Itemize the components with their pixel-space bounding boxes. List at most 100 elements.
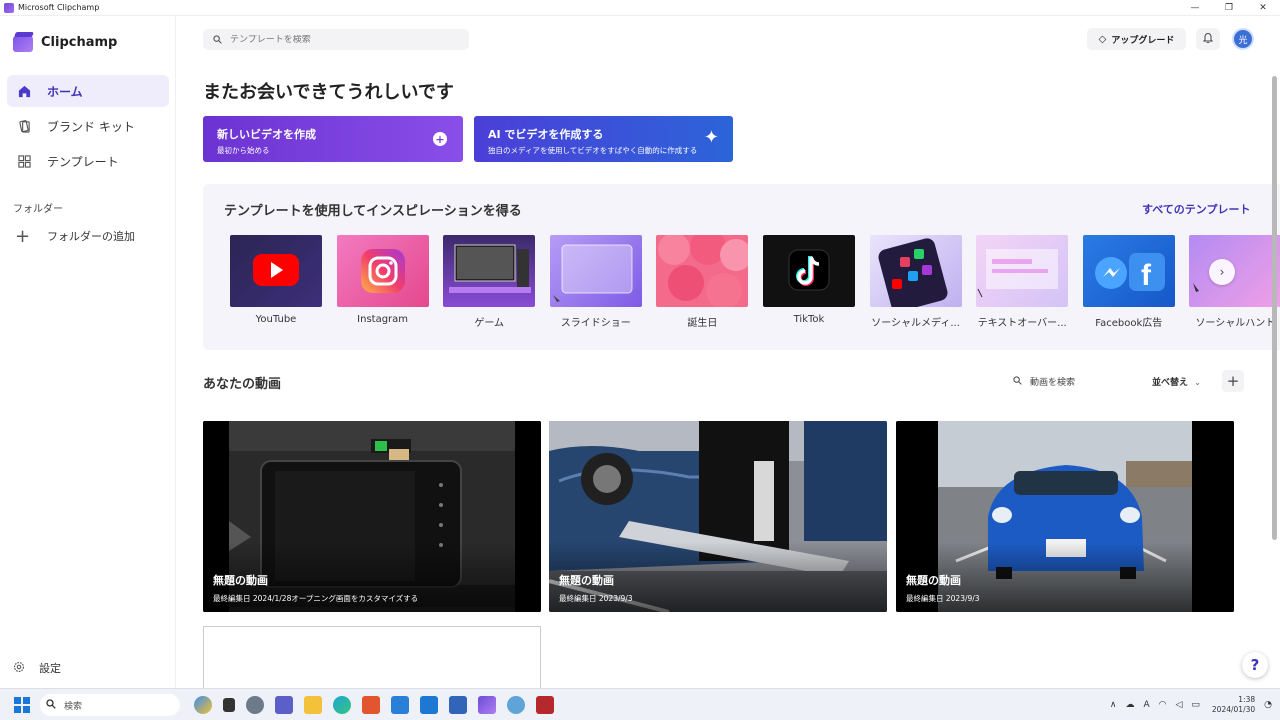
- video-subtitle: 最終編集日 2023/9/3: [906, 594, 980, 603]
- template-card-youtube[interactable]: YouTube: [230, 235, 322, 329]
- template-search-input[interactable]: [230, 34, 450, 45]
- video-card[interactable]: 無題の動画 最終編集日 2023/9/3: [549, 421, 887, 612]
- app-red-icon[interactable]: [536, 696, 554, 714]
- template-card-text-overlay[interactable]: テキストオーバー...: [976, 235, 1069, 329]
- all-templates-link[interactable]: すべてのテンプレート: [1142, 201, 1250, 217]
- ime-icon[interactable]: A: [1143, 700, 1149, 710]
- scrollbar-thumb[interactable]: [1272, 76, 1277, 540]
- search-icon: [1013, 375, 1022, 388]
- brand[interactable]: Clipchamp: [13, 32, 117, 52]
- video-title: 無題の動画: [213, 574, 268, 587]
- brand-kit-icon: [17, 119, 31, 133]
- notification-bell-icon[interactable]: ◔: [1264, 700, 1272, 710]
- taskbar-search[interactable]: 検索: [40, 694, 180, 716]
- template-thumbnail: [762, 235, 855, 307]
- settings-label: 設定: [39, 662, 61, 675]
- template-card-facebook-ad[interactable]: f Facebook広告: [1082, 235, 1175, 329]
- app-icon[interactable]: [362, 696, 380, 714]
- video-card[interactable]: 無題の動画 最終編集日 2024/1/28オープニング画面をカスタマイズする: [203, 421, 541, 612]
- teams-icon[interactable]: [275, 696, 293, 714]
- template-thumbnail: [230, 235, 322, 307]
- template-card-slideshow[interactable]: スライドショー: [549, 235, 642, 329]
- facebook-logo-icon: f: [1094, 253, 1165, 292]
- home-icon: [17, 84, 31, 98]
- youtube-logo-icon: [253, 254, 299, 286]
- mail-icon[interactable]: [420, 696, 438, 714]
- avatar[interactable]: 光: [1232, 28, 1254, 50]
- template-name: テキストオーバー...: [977, 318, 1067, 329]
- balloons-image: [658, 235, 749, 307]
- video-search[interactable]: 動画を検索: [1013, 375, 1075, 388]
- chevron-up-icon[interactable]: ∧: [1110, 700, 1117, 710]
- video-card-placeholder[interactable]: [203, 626, 541, 688]
- add-video-button[interactable]: +: [1222, 370, 1244, 392]
- add-folder-button[interactable]: + フォルダーの追加: [7, 222, 169, 250]
- video-subtitle: 最終編集日 2023/9/3: [559, 594, 633, 603]
- template-card-birthday[interactable]: 誕生日: [656, 235, 749, 329]
- template-name: ゲーム: [474, 318, 505, 329]
- sidebar-item-templates[interactable]: テンプレート: [7, 145, 169, 177]
- templates-next-button[interactable]: ›: [1209, 259, 1235, 285]
- create-new-video-button[interactable]: 新しいビデオを作成 最初から始める +: [203, 116, 463, 162]
- system-tray: ∧ ☁ A ◠ ◁ ▭ 1:38 2024/01/30 ◔: [1101, 689, 1272, 720]
- main-scrollbar[interactable]: [1271, 68, 1278, 688]
- clock[interactable]: 1:38 2024/01/30: [1212, 695, 1255, 715]
- close-button[interactable]: ✕: [1246, 0, 1280, 16]
- create-ai-video-button[interactable]: AI でビデオを作成する 独自のメディアを使用してビデオをすばやく自動的に作成す…: [474, 116, 733, 162]
- minimize-button[interactable]: —: [1178, 0, 1212, 16]
- window-title: Microsoft Clipchamp: [18, 3, 100, 12]
- template-thumbnail: [336, 235, 429, 307]
- template-thumbnail: [443, 235, 536, 307]
- template-card-social-media[interactable]: ソーシャルメディ...: [869, 235, 962, 329]
- cloud-icon[interactable]: ☁: [1125, 700, 1134, 710]
- battery-icon[interactable]: ▭: [1191, 700, 1200, 710]
- wifi-icon[interactable]: ◠: [1159, 700, 1167, 710]
- photos-icon[interactable]: [391, 696, 409, 714]
- clipchamp-app-icon: [4, 2, 14, 13]
- chevron-right-icon: ›: [1219, 265, 1225, 279]
- folder-icon[interactable]: [304, 696, 322, 714]
- settings-app-icon[interactable]: [246, 696, 264, 714]
- template-card-instagram[interactable]: Instagram: [336, 235, 429, 329]
- sidebar-item-label: ホーム: [47, 84, 83, 99]
- file-icon[interactable]: [223, 698, 235, 712]
- add-folder-label: フォルダーの追加: [47, 230, 135, 243]
- globe-icon[interactable]: [507, 696, 525, 714]
- cta-subtitle: 独自のメディアを使用してビデオをすばやく自動的に作成する: [488, 146, 698, 155]
- volume-icon[interactable]: ◁: [1175, 700, 1182, 710]
- upgrade-button[interactable]: ◇ アップグレード: [1087, 28, 1186, 50]
- template-search[interactable]: [203, 29, 469, 50]
- edge-icon[interactable]: [333, 696, 351, 714]
- video-card[interactable]: 無題の動画 最終編集日 2023/9/3: [896, 421, 1234, 612]
- sidebar-item-brand-kit[interactable]: ブランド キット: [7, 110, 169, 142]
- templates-icon: [17, 154, 31, 168]
- sidebar-item-home[interactable]: ホーム: [7, 75, 169, 107]
- templates-panel: テンプレートを使用してインスピレーションを得る すべてのテンプレート YouTu…: [203, 184, 1280, 350]
- sort-dropdown[interactable]: 並べ替え ⌄: [1152, 375, 1201, 388]
- template-card-tiktok[interactable]: TikTok: [762, 235, 855, 329]
- video-subtitle: 最終編集日 2024/1/28オープニング画面をカスタマイズする: [213, 594, 419, 603]
- template-name: スライドショー: [560, 318, 631, 329]
- video-title: 無題の動画: [906, 574, 961, 587]
- maximize-button[interactable]: ❐: [1212, 0, 1246, 16]
- template-card-gaming[interactable]: ゲーム: [443, 235, 536, 329]
- template-card-social-handle[interactable]: ソーシャルハント: [1189, 235, 1280, 329]
- template-name: 誕生日: [687, 318, 718, 329]
- plus-icon: +: [15, 225, 31, 247]
- videos-title: あなたの動画: [203, 377, 282, 392]
- notifications-button[interactable]: [1196, 28, 1220, 50]
- search-icon: [213, 33, 222, 47]
- settings-button[interactable]: 設定: [13, 660, 61, 676]
- page-title: またお会いできてうれしいです: [203, 82, 454, 103]
- sidebar-nav: ホーム ブランド キット テンプレート: [7, 75, 169, 180]
- help-button[interactable]: ?: [1242, 652, 1268, 678]
- tiktok-logo-icon: [788, 249, 830, 291]
- svg-text:f: f: [1141, 259, 1152, 292]
- copilot-icon[interactable]: [194, 696, 212, 714]
- clipchamp-taskbar-icon[interactable]: [478, 696, 496, 714]
- text-overlay-image: [977, 249, 1059, 298]
- photo-editor-icon[interactable]: [449, 696, 467, 714]
- video-title: 無題の動画: [559, 574, 614, 587]
- windows-start-icon[interactable]: [14, 697, 30, 713]
- instagram-logo-icon: [360, 249, 405, 293]
